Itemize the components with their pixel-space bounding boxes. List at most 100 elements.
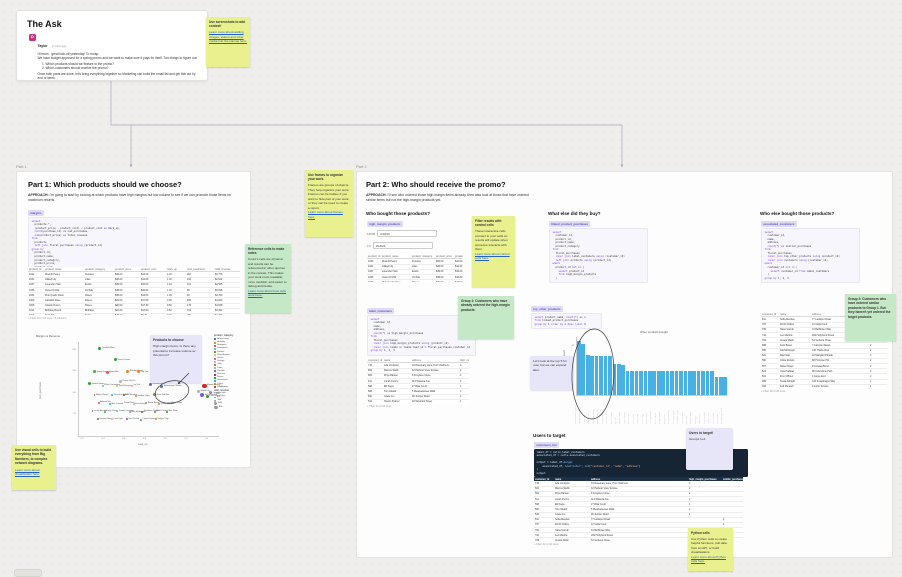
bar[interactable] bbox=[705, 370, 710, 395]
from-date-input[interactable]: 2/10/20 bbox=[377, 230, 438, 238]
scatter-point[interactable] bbox=[202, 383, 207, 388]
part2-question-1: Who bought those products? bbox=[366, 211, 431, 216]
part1-approach: APPROACH: I'm going to start by looking … bbox=[28, 193, 233, 203]
bar-x-label: Sunflower Single bbox=[678, 409, 680, 424]
bar[interactable] bbox=[696, 370, 701, 395]
comment-paragraph: We have budget approved for a spring pro… bbox=[37, 56, 198, 61]
bar[interactable] bbox=[634, 370, 639, 395]
bar[interactable] bbox=[625, 370, 630, 395]
sticky-title: Use screenshots to add context! bbox=[209, 19, 245, 29]
bar-x-label: Cherry Bouquet bbox=[651, 410, 653, 424]
sticky-group1[interactable]: Group 1: Customers who have already orde… bbox=[458, 296, 514, 339]
bar-x-label: Lime Light bbox=[695, 415, 697, 424]
bar[interactable] bbox=[723, 376, 728, 395]
bar[interactable] bbox=[581, 344, 586, 395]
bar-x-label: Peace Lily bbox=[584, 415, 586, 424]
bar[interactable] bbox=[590, 356, 594, 395]
sticky-link[interactable]: Learn more about how cells work here. bbox=[248, 289, 288, 298]
bar[interactable] bbox=[608, 356, 612, 395]
cell-pill-top-other-products[interactable]: top_other_products bbox=[531, 306, 563, 312]
scatter-point[interactable] bbox=[200, 392, 205, 398]
bar[interactable] bbox=[577, 340, 581, 395]
bar[interactable] bbox=[701, 370, 705, 395]
bar[interactable] bbox=[603, 356, 608, 395]
bar[interactable] bbox=[612, 363, 617, 395]
bar[interactable] bbox=[710, 370, 714, 395]
sticky-link[interactable]: Learn more about control cells here. bbox=[475, 252, 512, 261]
bar-x-label: Garden Bouquet bbox=[598, 410, 600, 424]
bar[interactable] bbox=[687, 370, 692, 395]
sql-cell-top-other[interactable]: select product_name, count(*) as n from … bbox=[531, 312, 602, 330]
ask-card[interactable]: The Ask ✿ Taylor 2 mins ago Hi team - gr… bbox=[16, 10, 208, 81]
note-title: Users to target! bbox=[689, 431, 714, 435]
bar[interactable] bbox=[630, 370, 634, 395]
note-users-target[interactable]: Users to target! Groups 1+2 bbox=[686, 428, 733, 470]
users-to-target-header: Users to target bbox=[533, 433, 566, 438]
cell-pill-associated-customers[interactable]: associated_customers bbox=[761, 221, 797, 227]
frame-label-part2[interactable]: Part 2 bbox=[356, 164, 367, 169]
sticky-link[interactable]: Learn more about adding images, videos a… bbox=[209, 30, 247, 43]
cell-pill-customers-list[interactable]: customers_list bbox=[534, 442, 559, 448]
bar[interactable] bbox=[661, 370, 665, 395]
bar[interactable] bbox=[692, 370, 697, 395]
bar-plot bbox=[576, 337, 728, 396]
sticky-link[interactable]: Learn more about visualisation here. bbox=[15, 468, 53, 477]
bar[interactable] bbox=[621, 364, 626, 395]
bar[interactable] bbox=[656, 370, 661, 395]
label-customers-footer[interactable]: + Filter 12 of 12 rows bbox=[367, 405, 391, 408]
associated-table-footer[interactable]: + Filter 28 of 28 rows bbox=[761, 390, 785, 393]
to-label: TO bbox=[367, 243, 371, 248]
bar[interactable] bbox=[643, 370, 648, 395]
bar[interactable] bbox=[594, 356, 599, 395]
frame-label-part1[interactable]: Part 1 bbox=[16, 164, 27, 169]
bar[interactable] bbox=[679, 370, 683, 395]
sticky-frames[interactable]: Use frames to organize your work. Frames… bbox=[305, 170, 353, 237]
sticky-screenshots[interactable]: Use screenshots to add context! Learn mo… bbox=[206, 17, 250, 67]
users-table-footer[interactable]: + Filter 42 of 42 rows bbox=[534, 543, 558, 546]
sql-cell-associated[interactable]: select customer_id, name, address, count… bbox=[761, 227, 860, 284]
cell-pill-label-customers[interactable]: label_customers bbox=[367, 308, 395, 314]
sql-cell-linked-purchases[interactable]: select customer_id, product_id, product_… bbox=[549, 227, 648, 284]
sticky-reference-cells[interactable]: Reference cells to make notes Count's ce… bbox=[245, 244, 291, 313]
bar[interactable] bbox=[683, 370, 688, 395]
cell-pill-high-margin-products[interactable]: high_margin_products bbox=[367, 221, 403, 227]
sticky-group2[interactable]: Group 2: Customers who have ordered simi… bbox=[845, 294, 896, 341]
bar[interactable] bbox=[639, 370, 643, 395]
bar[interactable] bbox=[719, 376, 723, 395]
approach-label: APPROACH: bbox=[366, 193, 387, 197]
approach-text: I'm going to start by looking at which p… bbox=[28, 193, 232, 202]
canvas-controls[interactable] bbox=[14, 569, 42, 577]
scatter-legend: product_category Anniversary Birthday Bouqu… bbox=[214, 334, 248, 458]
part1-title: Part 1: Which products should we choose? bbox=[28, 180, 182, 189]
sticky-link[interactable]: Learn more about Python cells here. bbox=[691, 555, 730, 564]
bar-x-label: Sunny Daisies bbox=[602, 411, 604, 424]
bar[interactable] bbox=[714, 376, 719, 395]
scatter-xticks: 0.2 0.4 0.6 0.8 1.0 1.2 1.4 bbox=[78, 438, 218, 442]
bar[interactable] bbox=[652, 370, 657, 395]
legend-swatch bbox=[214, 386, 216, 389]
sticky-control-cells[interactable]: Filter results with control cells These … bbox=[472, 216, 515, 287]
margins-table-footer[interactable]: + Filter 13 of 13 rows · 8 columns bbox=[28, 317, 66, 320]
note-products-to-choose[interactable]: Products to choose High margin items. Is… bbox=[150, 335, 202, 383]
bar[interactable] bbox=[665, 370, 670, 395]
cell-pill-linked-product-purchases[interactable]: linked_product_purchases bbox=[549, 221, 591, 227]
note-body: Groups 1+2 bbox=[689, 437, 706, 442]
sql-cell-margins[interactable]: select products.*, (product_price - prod… bbox=[28, 216, 147, 273]
legend-item[interactable]: Wildflowers bbox=[214, 386, 248, 389]
to-date-input[interactable]: 2/10/24 bbox=[372, 242, 433, 250]
sticky-python-cells[interactable]: Python cells Use Python cells to create … bbox=[688, 528, 733, 571]
note-top5[interactable]: Let's look at the top 5 for now, but we … bbox=[530, 356, 574, 390]
point-label: Gilded Lily bbox=[200, 390, 210, 393]
cell-pill-margins[interactable]: margins bbox=[28, 210, 44, 216]
part2-title: Part 2: Who should receive the promo? bbox=[366, 180, 506, 189]
sticky-visual-cells[interactable]: Use visual cells to build everything fro… bbox=[12, 445, 56, 490]
bar[interactable] bbox=[599, 356, 603, 395]
bar[interactable] bbox=[648, 370, 652, 395]
comment-timestamp: 2 mins ago bbox=[51, 44, 67, 48]
bar[interactable] bbox=[670, 370, 674, 395]
bar[interactable] bbox=[585, 355, 590, 395]
sticky-body: Group 1: Customers who have already orde… bbox=[461, 298, 510, 312]
sticky-link[interactable]: Learn more about frames here. bbox=[308, 210, 350, 219]
bar[interactable] bbox=[616, 363, 621, 395]
bar[interactable] bbox=[674, 370, 679, 395]
